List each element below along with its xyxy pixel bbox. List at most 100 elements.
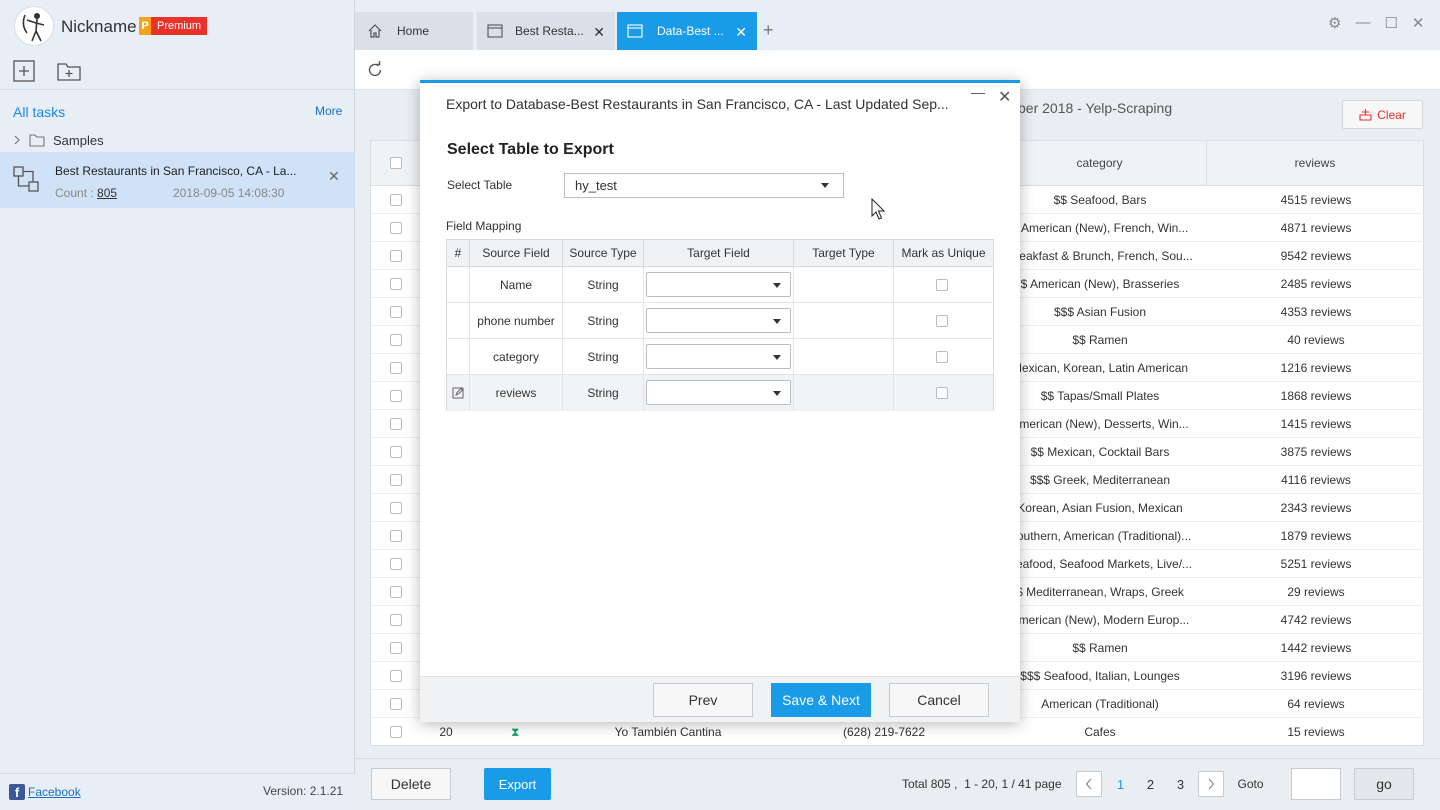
- row-checkbox[interactable]: [390, 502, 402, 514]
- row-checkbox[interactable]: [390, 222, 402, 234]
- mapping-index-cell: [447, 375, 470, 411]
- row-checkbox[interactable]: [390, 530, 402, 542]
- edit-icon[interactable]: [452, 387, 464, 399]
- mapping-target-type-cell: [794, 339, 894, 375]
- row-checkbox[interactable]: [390, 446, 402, 458]
- goto-label: Goto: [1237, 777, 1264, 791]
- row-checkbox[interactable]: [390, 474, 402, 486]
- close-tab-icon[interactable]: ✕: [593, 24, 605, 41]
- target-field-dropdown[interactable]: [646, 308, 791, 333]
- row-checkbox[interactable]: [390, 418, 402, 430]
- refresh-icon[interactable]: [366, 61, 384, 79]
- goto-input[interactable]: [1291, 768, 1341, 800]
- select-table-dropdown[interactable]: hy_test: [564, 173, 844, 198]
- dialog-minimize-icon[interactable]: —: [971, 84, 985, 100]
- premium-badge: P Premium: [139, 17, 208, 35]
- page-1[interactable]: 1: [1108, 771, 1134, 797]
- maximize-icon[interactable]: ☐: [1384, 14, 1397, 32]
- task-date: 2018-09-05 14:08:30: [173, 186, 285, 200]
- row-checkbox[interactable]: [390, 698, 402, 710]
- row-checkbox[interactable]: [390, 390, 402, 402]
- select-all-checkbox[interactable]: [389, 157, 402, 169]
- row-checkbox[interactable]: [390, 362, 402, 374]
- avatar[interactable]: [14, 6, 54, 46]
- mapping-target-type-cell: [794, 375, 894, 411]
- column-header-reviews[interactable]: reviews: [1207, 141, 1423, 186]
- nickname[interactable]: Nickname: [61, 17, 137, 37]
- range-label: 1 - 20,: [964, 777, 999, 791]
- all-tasks-label[interactable]: All tasks: [13, 104, 65, 120]
- task-count-value[interactable]: 805: [97, 186, 117, 200]
- row-checkbox[interactable]: [390, 670, 402, 682]
- delete-button[interactable]: Delete: [371, 768, 451, 800]
- cell-reviews: 1868 reviews: [1280, 389, 1352, 403]
- save-next-button[interactable]: Save & Next: [771, 683, 871, 717]
- row-checkbox[interactable]: [390, 586, 402, 598]
- col-header-source-type: Source Type: [563, 240, 644, 267]
- target-field-dropdown[interactable]: [646, 272, 791, 297]
- samples-folder[interactable]: Samples: [13, 130, 104, 150]
- tab-home[interactable]: Home: [355, 12, 473, 50]
- page-2[interactable]: 2: [1138, 771, 1164, 797]
- target-field-dropdown[interactable]: [646, 380, 791, 405]
- row-checkbox[interactable]: [390, 726, 402, 738]
- page-3[interactable]: 3: [1168, 771, 1194, 797]
- more-link[interactable]: More: [315, 104, 342, 118]
- row-checkbox[interactable]: [390, 642, 402, 654]
- new-folder-icon[interactable]: [56, 59, 82, 83]
- caret-down-icon: [773, 391, 781, 396]
- row-checkbox[interactable]: [390, 334, 402, 346]
- mapping-row: phone number String: [447, 303, 993, 339]
- workflow-icon: [12, 165, 40, 193]
- prev-page-button[interactable]: [1075, 771, 1102, 797]
- new-task-icon[interactable]: [12, 59, 36, 83]
- clear-button[interactable]: Clear: [1342, 100, 1423, 129]
- facebook-link[interactable]: f Facebook: [9, 784, 81, 800]
- row-checkbox[interactable]: [390, 194, 402, 206]
- column-header-category[interactable]: category: [993, 141, 1207, 186]
- cell-reviews: 4116 reviews: [1281, 473, 1351, 487]
- next-page-button[interactable]: [1197, 771, 1224, 797]
- row-checkbox[interactable]: [390, 614, 402, 626]
- row-checkbox[interactable]: [390, 558, 402, 570]
- facebook-label[interactable]: Facebook: [28, 785, 81, 799]
- dialog-close-icon[interactable]: ✕: [998, 87, 1011, 107]
- close-tab-icon[interactable]: ✕: [735, 24, 747, 41]
- export-button[interactable]: Export: [484, 768, 551, 800]
- close-task-icon[interactable]: ✕: [328, 168, 340, 185]
- go-button[interactable]: go: [1354, 768, 1414, 800]
- row-checkbox[interactable]: [390, 278, 402, 290]
- target-field-dropdown[interactable]: [646, 344, 791, 369]
- cell-category: Seafood, Seafood Markets, Live/...: [1007, 557, 1193, 571]
- cell-category: Korean, Asian Fusion, Mexican: [1017, 501, 1183, 515]
- tab-best-restaurants[interactable]: Best Resta... ✕: [477, 12, 615, 50]
- version-label: Version: 2.1.21: [263, 784, 344, 798]
- table-row[interactable]: 20 ⧗ Yo También Cantina (628) 219-7622 C…: [371, 718, 1425, 746]
- add-tab-icon[interactable]: +: [763, 20, 774, 41]
- caret-down-icon: [773, 283, 781, 288]
- mark-unique-checkbox[interactable]: [936, 315, 948, 327]
- clear-label: Clear: [1377, 107, 1406, 122]
- chevron-right-icon[interactable]: [13, 135, 21, 145]
- task-title[interactable]: Best Restaurants in San Francisco, CA - …: [55, 164, 305, 178]
- minimize-icon[interactable]: —: [1355, 14, 1370, 32]
- cell-reviews: 2343 reviews: [1280, 501, 1352, 515]
- mark-unique-checkbox[interactable]: [936, 387, 948, 399]
- home-icon: [367, 23, 383, 39]
- mark-unique-checkbox[interactable]: [936, 351, 948, 363]
- row-checkbox[interactable]: [390, 306, 402, 318]
- window-controls: ⚙ — ☐ ✕: [1328, 14, 1424, 32]
- row-checkbox[interactable]: [390, 250, 402, 262]
- cancel-button[interactable]: Cancel: [889, 683, 989, 717]
- cell-reviews: 1216 reviews: [1280, 361, 1352, 375]
- mapping-source-field: category: [470, 339, 563, 375]
- close-window-icon[interactable]: ✕: [1412, 14, 1425, 32]
- cell-reviews: 3196 reviews: [1280, 669, 1352, 683]
- mark-unique-checkbox[interactable]: [936, 279, 948, 291]
- cell-category: $$$ Asian Fusion: [1053, 305, 1147, 319]
- gear-icon[interactable]: ⚙: [1328, 14, 1341, 32]
- prev-button[interactable]: Prev: [653, 683, 753, 717]
- pagination: Total 805 , 1 - 20, 1 / 41 page 1 2 3 Go…: [902, 768, 1264, 800]
- col-header-source-field: Source Field: [470, 240, 563, 267]
- tab-data-best[interactable]: Data-Best ... ✕: [617, 12, 757, 50]
